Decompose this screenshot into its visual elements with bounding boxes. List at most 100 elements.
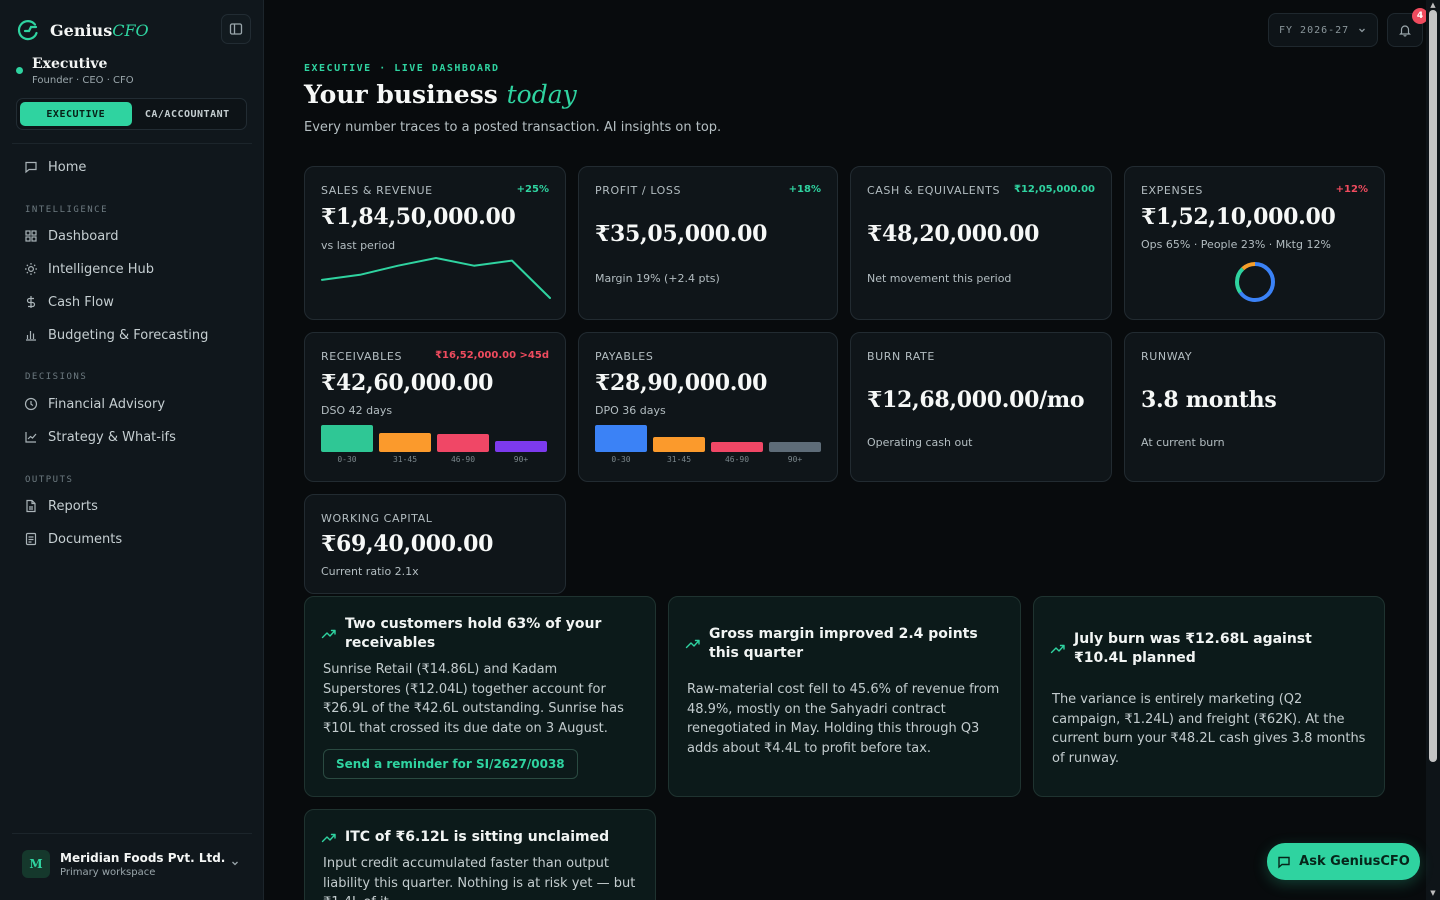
collapse-sidebar-button[interactable] xyxy=(221,14,251,44)
insight-body: Raw-material cost fell to 45.6% of reven… xyxy=(687,682,1000,756)
nav-label: Cash Flow xyxy=(48,294,114,310)
insight-title: Two customers hold 63% of your receivabl… xyxy=(345,616,602,651)
logo-icon xyxy=(17,20,38,41)
workspace-info: Meridian Foods Pvt. Ltd. Primary workspa… xyxy=(60,851,225,878)
aging-bar-90+ xyxy=(769,442,821,452)
insight-title: July burn was ₹12.68L against ₹10.4L pla… xyxy=(1074,631,1312,666)
page-scrollbar[interactable]: ▲ ▼ xyxy=(1426,0,1440,900)
nav-label: Documents xyxy=(48,531,123,547)
nav-label: Financial Advisory xyxy=(48,396,166,412)
kpi-note: DSO 42 days xyxy=(321,404,393,417)
kpi-value: 3.8 months xyxy=(1141,387,1277,413)
aging-bar-46-90 xyxy=(437,434,489,452)
nav-item-financial-advisory[interactable]: Financial Advisory xyxy=(16,390,248,418)
dollar-icon xyxy=(26,296,36,308)
chevron-down-icon xyxy=(1359,28,1365,33)
insight-header: ITC of ₹6.12L is sitting unclaimed xyxy=(321,828,639,847)
brand-name: GeniusCFO xyxy=(50,20,149,40)
brand[interactable]: GeniusCFO xyxy=(16,16,149,44)
toggle-accountant[interactable]: CA/ACCOUNTANT xyxy=(132,102,244,126)
kpi-note: Current ratio 2.1x xyxy=(321,565,419,578)
aging-bar-90+ xyxy=(495,441,547,452)
kpi-card-profit[interactable]: PROFIT / LOSS +18% ₹35,05,000.00 Margin … xyxy=(578,166,838,320)
insight-title: ITC of ₹6.12L is sitting unclaimed xyxy=(345,829,610,845)
kpi-card-cash[interactable]: CASH & EQUIVALENTS ₹12,05,000.00 ₹48,20,… xyxy=(850,166,1112,320)
aging-bucket-label: 0-30 xyxy=(337,455,357,464)
nav-item-cash-flow[interactable]: Cash Flow xyxy=(16,288,248,316)
sidebar-toggle-icon xyxy=(229,23,243,35)
kpi-note: Margin 19% (+2.4 pts) xyxy=(595,272,720,285)
aging-bucket-label: 90+ xyxy=(513,455,529,464)
role-toggle: EXECUTIVE CA/ACCOUNTANT xyxy=(16,98,247,130)
status-dot xyxy=(16,67,23,74)
insight-header: Two customers hold 63% of your receivabl… xyxy=(321,615,639,653)
workspace-subtitle: Primary workspace xyxy=(60,866,156,878)
trending-up-icon xyxy=(321,629,336,639)
nav-item-documents[interactable]: Documents xyxy=(16,525,248,553)
insight-body: Sunrise Retail (₹14.86L) and Kadam Super… xyxy=(323,662,624,736)
nav-item-intelligence-hub[interactable]: Intelligence Hub xyxy=(16,255,248,283)
nav-section-outputs: OUTPUTS xyxy=(25,475,74,485)
aging-bucket-label: 0-30 xyxy=(611,455,631,464)
kpi-note: Ops 65% · People 23% · Mktg 12% xyxy=(1141,238,1331,251)
fiscal-year-value: FY 2026-27 xyxy=(1279,24,1350,36)
role-subtitle: Founder · CEO · CFO xyxy=(32,75,134,86)
kpi-value: ₹42,60,000.00 xyxy=(321,370,494,396)
divider xyxy=(12,143,252,144)
insight-card: ITC of ₹6.12L is sitting unclaimed Input… xyxy=(304,809,656,900)
nav-label: Home xyxy=(48,159,87,175)
bell-icon xyxy=(1399,25,1411,37)
chat-icon xyxy=(25,161,37,174)
workspace-avatar: M xyxy=(22,850,50,878)
kpi-delta: +18% xyxy=(788,184,821,195)
kpi-card-runway[interactable]: RUNWAY 3.8 months At current burn xyxy=(1124,332,1385,482)
scroll-up-arrow[interactable]: ▲ xyxy=(1429,1,1437,9)
insight-body: Input credit accumulated faster than out… xyxy=(323,856,636,900)
aging-bar-46-90 xyxy=(711,442,763,452)
workspace-switcher[interactable]: M Meridian Foods Pvt. Ltd. Primary works… xyxy=(16,840,248,888)
scroll-down-arrow[interactable]: ▼ xyxy=(1429,889,1437,897)
kpi-note: vs last period xyxy=(321,239,396,252)
insight-title: Gross margin improved 2.4 points this qu… xyxy=(709,626,978,661)
kpi-value: ₹1,84,50,000.00 xyxy=(321,204,516,230)
grid-icon xyxy=(25,230,37,242)
kpi-delta: +25% xyxy=(516,184,549,195)
kpi-value: ₹12,68,000.00/mo xyxy=(867,387,1085,413)
kpi-delta: ₹12,05,000.00 xyxy=(1014,184,1095,195)
ask-button-label: Ask GeniusCFO xyxy=(1299,854,1410,869)
trending-up-icon xyxy=(685,639,700,649)
insight-body: The variance is entirely marketing (Q2 c… xyxy=(1052,692,1366,766)
kpi-label: PAYABLES xyxy=(595,350,654,363)
kpi-delta: +12% xyxy=(1335,184,1368,195)
kpi-label: SALES & REVENUE xyxy=(321,184,433,197)
nav-item-budgeting[interactable]: Budgeting & Forecasting xyxy=(16,321,248,349)
send-reminder-button[interactable]: Send a reminder for SI/2627/0038 xyxy=(323,749,578,779)
fiscal-year-select[interactable]: FY 2026-27 xyxy=(1268,13,1378,47)
nav-item-home[interactable]: Home xyxy=(16,153,248,181)
scroll-thumb[interactable] xyxy=(1429,10,1437,762)
divider xyxy=(12,833,252,834)
toggle-executive[interactable]: EXECUTIVE xyxy=(20,102,132,126)
nav-item-reports[interactable]: Reports xyxy=(16,492,248,520)
nav-item-dashboard[interactable]: Dashboard xyxy=(16,222,248,250)
kpi-note: Operating cash out xyxy=(867,436,973,449)
kpi-card-expenses[interactable]: EXPENSES +12% ₹1,52,10,000.00 Ops 65% · … xyxy=(1124,166,1385,320)
line-chart-icon xyxy=(25,432,37,443)
insight-header: July burn was ₹12.68L against ₹10.4L pla… xyxy=(1050,630,1368,668)
kpi-label: PROFIT / LOSS xyxy=(595,184,682,197)
insight-card: July burn was ₹12.68L against ₹10.4L pla… xyxy=(1033,596,1385,797)
aging-bucket-label: 31-45 xyxy=(392,455,418,464)
nav-label: Intelligence Hub xyxy=(48,261,155,277)
trending-up-icon xyxy=(1050,644,1065,654)
kpi-value: ₹28,90,000.00 xyxy=(595,370,768,396)
ask-geniuscfo-button[interactable]: Ask GeniusCFO xyxy=(1267,843,1420,880)
kpi-card-working-capital[interactable]: WORKING CAPITAL ₹69,40,000.00 Current ra… xyxy=(304,494,566,594)
kpi-card-burn-rate[interactable]: BURN RATE ₹12,68,000.00/mo Operating cas… xyxy=(850,332,1112,482)
nav-item-strategy[interactable]: Strategy & What-ifs xyxy=(16,423,248,451)
kpi-card-receivables[interactable]: RECEIVABLES ₹16,52,000.00 >45d ₹42,60,00… xyxy=(304,332,566,482)
kpi-card-payables[interactable]: PAYABLES ₹28,90,000.00 DPO 36 days 0-30 3… xyxy=(578,332,838,482)
expense-donut-chart xyxy=(1235,262,1275,302)
nav-label: Reports xyxy=(48,498,98,514)
kpi-card-sales[interactable]: SALES & REVENUE +25% ₹1,84,50,000.00 vs … xyxy=(304,166,566,320)
nav-label: Budgeting & Forecasting xyxy=(48,327,209,343)
